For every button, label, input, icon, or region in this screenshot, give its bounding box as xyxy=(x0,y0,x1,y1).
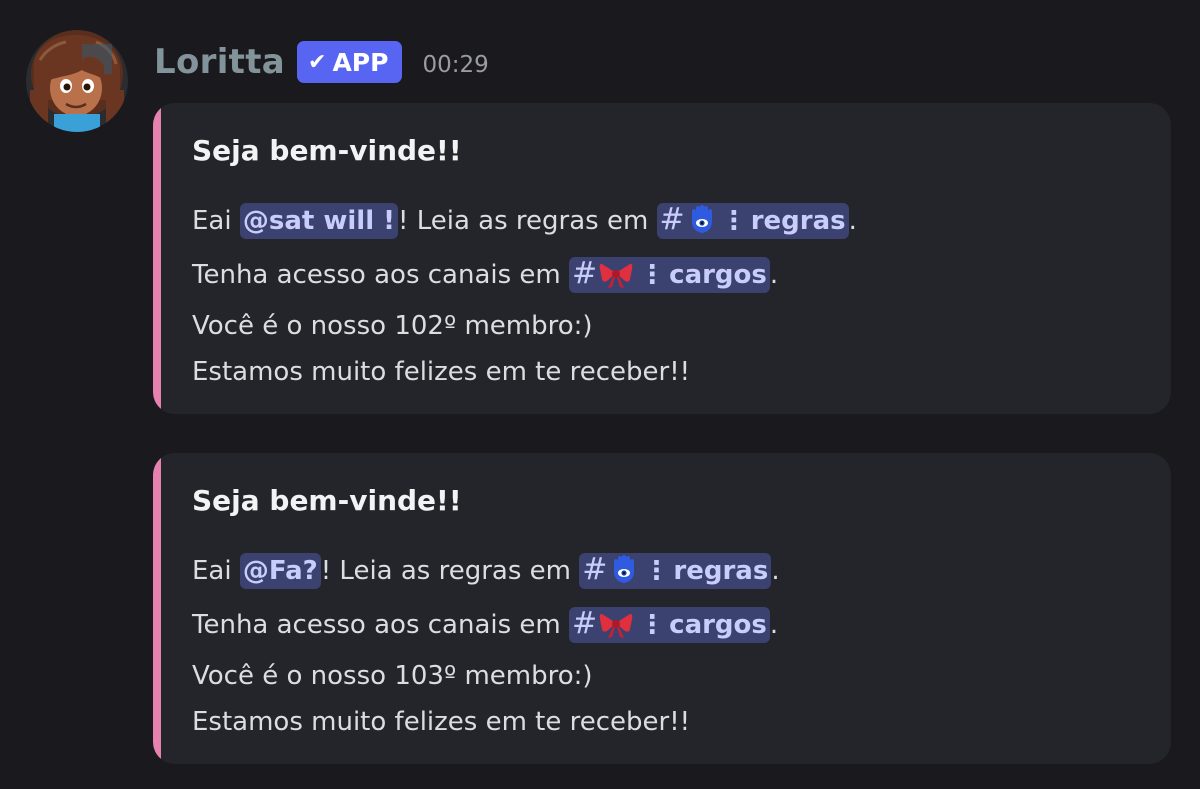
channel-mention-regras[interactable]: # ⋮ regras xyxy=(579,552,772,589)
line-text: . xyxy=(848,206,857,236)
embed-title: Seja bem-vinde!! xyxy=(192,484,462,517)
embed-line: Eai @sat will !! Leia as regras em # ⋮ reg… xyxy=(192,197,1171,251)
line-text: Eai xyxy=(192,556,240,586)
embed-description: Eai @sat will !! Leia as regras em # ⋮ reg… xyxy=(192,197,1171,395)
channel-separator: ⋮ xyxy=(639,609,666,640)
hash-icon: # xyxy=(572,605,598,641)
timestamp[interactable]: 00:29 xyxy=(422,52,488,78)
app-badge: ✔ APP xyxy=(297,41,403,83)
embed-description: Eai @Fa?! Leia as regras em # ⋮ regras. Te… xyxy=(192,547,1171,745)
embed-accent-bar xyxy=(153,103,161,414)
embed-line: Você é o nosso 102º membro:) xyxy=(192,311,593,341)
line-text: . xyxy=(769,609,779,640)
line-text: Eai xyxy=(192,206,240,236)
embed-title: Seja bem-vinde!! xyxy=(192,134,462,167)
line-text: . xyxy=(769,259,779,290)
embed-line: Você é o nosso 103º membro:) xyxy=(192,661,593,691)
user-mention[interactable]: @Fa? xyxy=(239,553,321,589)
channel-name: regras xyxy=(750,206,846,236)
welcome-embed: Seja bem-vinde!! Eai @sat will !! Leia a… xyxy=(153,103,1171,414)
avatar[interactable] xyxy=(26,30,128,132)
channel-mention-cargos[interactable]: # ⋮ cargos xyxy=(569,605,770,643)
line-text: ! Leia as regras em xyxy=(320,556,580,586)
hamsa-icon xyxy=(687,205,715,251)
channel-separator: ⋮ xyxy=(639,259,666,290)
channel-mention-cargos[interactable]: # ⋮ cargos xyxy=(569,255,770,293)
ribbon-icon xyxy=(599,259,633,305)
channel-name: regras xyxy=(673,556,769,586)
line-text: Tenha acesso aos canais em xyxy=(192,259,570,290)
embed-accent-bar xyxy=(153,453,161,764)
hash-icon: # xyxy=(659,202,685,237)
channel-name: cargos xyxy=(669,609,767,640)
author-name[interactable]: Loritta xyxy=(154,42,285,82)
embed-line: Tenha acesso aos canais em # ⋮ cargos. xyxy=(192,251,1171,305)
embed-line: Tenha acesso aos canais em # ⋮ cargos. xyxy=(192,601,1171,655)
hash-icon: # xyxy=(582,552,608,587)
channel-separator: ⋮ xyxy=(720,206,747,236)
channel-mention-regras[interactable]: # ⋮ regras xyxy=(656,202,849,239)
user-mention[interactable]: @sat will ! xyxy=(239,203,399,239)
embed-line: Estamos muito felizes em te receber!! xyxy=(192,706,691,737)
line-text: . xyxy=(771,556,780,586)
message-header: Loritta ✔ APP 00:29 xyxy=(154,34,489,90)
check-icon: ✔ xyxy=(308,49,327,75)
embed-line: Eai @Fa?! Leia as regras em # ⋮ regras. xyxy=(192,547,1171,601)
line-text: ! Leia as regras em xyxy=(398,206,657,236)
hash-icon: # xyxy=(572,255,598,291)
ribbon-icon xyxy=(599,609,633,655)
embed-line: Estamos muito felizes em te receber!! xyxy=(192,356,691,387)
channel-separator: ⋮ xyxy=(643,556,670,586)
hamsa-icon xyxy=(609,555,637,601)
line-text: Tenha acesso aos canais em xyxy=(192,609,570,640)
welcome-embed: Seja bem-vinde!! Eai @Fa?! Leia as regra… xyxy=(153,453,1171,764)
channel-name: cargos xyxy=(669,259,767,290)
app-badge-label: APP xyxy=(332,47,389,77)
